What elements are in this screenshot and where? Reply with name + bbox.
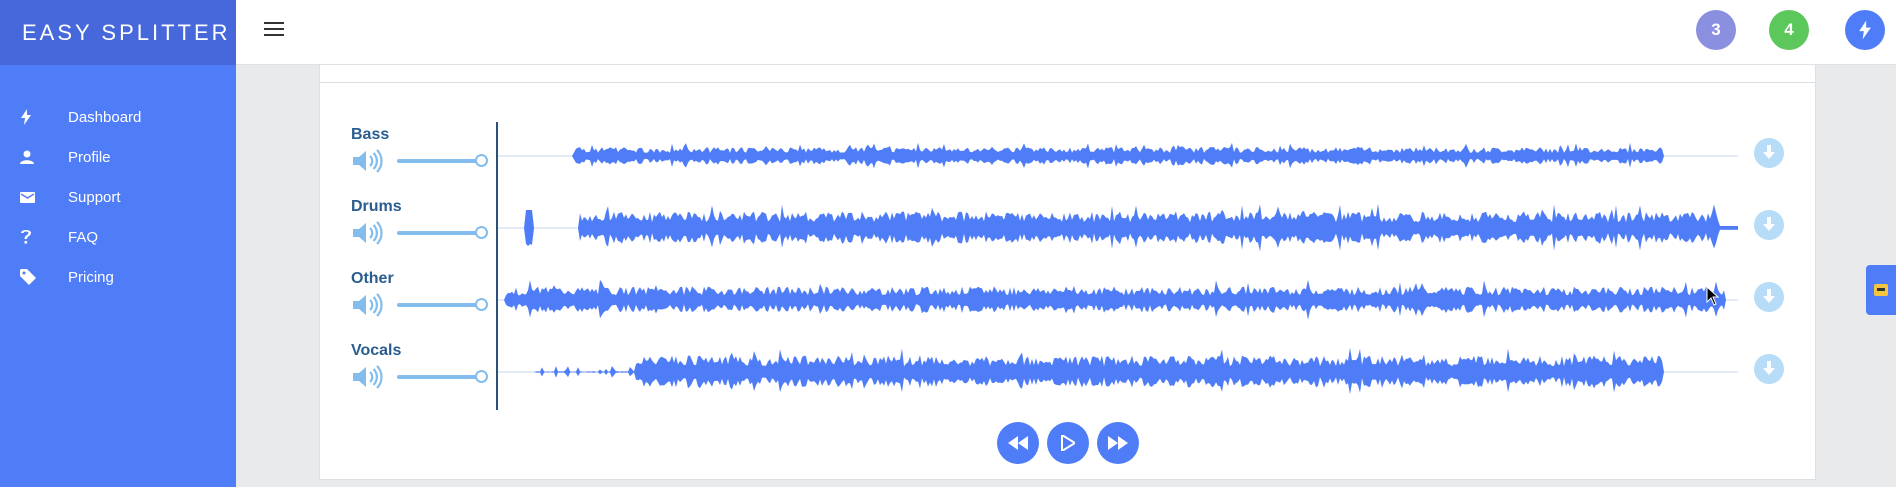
feedback-side-tab[interactable] bbox=[1866, 265, 1896, 315]
volume-speaker-icon[interactable] bbox=[351, 148, 383, 174]
download-arrow-icon bbox=[1763, 217, 1775, 231]
bolt-icon bbox=[1859, 20, 1871, 40]
volume-speaker-icon[interactable] bbox=[351, 292, 383, 318]
sidebar-nav: Dashboard Profile Support FAQ Pricing bbox=[0, 97, 236, 297]
playhead-cursor[interactable] bbox=[496, 122, 498, 410]
waveform-shape bbox=[498, 142, 1738, 169]
sidebar-item-dashboard[interactable]: Dashboard bbox=[0, 97, 236, 137]
sidebar-item-label: Pricing bbox=[68, 268, 114, 286]
download-bass-button[interactable] bbox=[1754, 138, 1784, 168]
mouse-cursor-icon bbox=[1706, 286, 1720, 306]
waveform-bass[interactable] bbox=[498, 126, 1738, 186]
volume-slider-knob[interactable] bbox=[475, 298, 488, 311]
action-bolt-button[interactable] bbox=[1845, 10, 1885, 50]
playback-controls bbox=[997, 422, 1139, 464]
volume-slider-knob[interactable] bbox=[475, 370, 488, 383]
sidebar-item-profile[interactable]: Profile bbox=[0, 137, 236, 177]
download-arrow-icon bbox=[1763, 289, 1775, 303]
track-label: Bass bbox=[351, 126, 390, 143]
play-icon bbox=[1061, 435, 1075, 451]
envelope-icon bbox=[20, 191, 48, 203]
notification-badge-4[interactable]: 4 bbox=[1769, 10, 1809, 50]
sidebar-item-label: FAQ bbox=[68, 228, 99, 246]
track-other: Other bbox=[351, 270, 1791, 330]
track-vocals: Vocals bbox=[351, 342, 1791, 402]
waveform-shape bbox=[498, 279, 1738, 320]
rewind-icon bbox=[1008, 436, 1028, 450]
track-label: Other bbox=[351, 270, 394, 287]
rewind-button[interactable] bbox=[997, 422, 1039, 464]
track-drums: Drums bbox=[351, 198, 1791, 258]
top-bar: 3 4 bbox=[236, 0, 1896, 65]
menu-toggle-icon[interactable] bbox=[264, 22, 284, 38]
question-icon bbox=[20, 229, 48, 245]
volume-speaker-icon[interactable] bbox=[351, 364, 383, 390]
track-label: Drums bbox=[351, 198, 402, 215]
volume-slider[interactable] bbox=[397, 226, 488, 239]
waveform-shape bbox=[498, 203, 1738, 252]
volume-speaker-icon[interactable] bbox=[351, 220, 383, 246]
fast-forward-button[interactable] bbox=[1097, 422, 1139, 464]
sidebar-item-label: Dashboard bbox=[68, 108, 142, 126]
sidebar-item-label: Support bbox=[68, 188, 121, 206]
notification-badge-3[interactable]: 3 bbox=[1696, 10, 1736, 50]
waveform-vocals[interactable] bbox=[498, 342, 1738, 402]
user-icon bbox=[20, 150, 48, 164]
tag-icon bbox=[20, 269, 48, 285]
download-drums-button[interactable] bbox=[1754, 210, 1784, 240]
sidebar-item-pricing[interactable]: Pricing bbox=[0, 257, 236, 297]
play-button[interactable] bbox=[1047, 422, 1089, 464]
download-other-button[interactable] bbox=[1754, 282, 1784, 312]
fast-forward-icon bbox=[1108, 436, 1128, 450]
download-arrow-icon bbox=[1763, 145, 1775, 159]
sidebar-item-support[interactable]: Support bbox=[0, 177, 236, 217]
download-vocals-button[interactable] bbox=[1754, 354, 1784, 384]
sidebar-item-label: Profile bbox=[68, 148, 111, 166]
waveform-shape bbox=[498, 347, 1738, 395]
track-bass: Bass bbox=[351, 126, 1791, 186]
brand-logo[interactable]: EASY SPLITTER bbox=[0, 0, 236, 65]
track-label: Vocals bbox=[351, 342, 402, 359]
volume-slider[interactable] bbox=[397, 298, 488, 311]
waveform-drums[interactable] bbox=[498, 198, 1738, 258]
sidebar: EASY SPLITTER Dashboard Profile Support … bbox=[0, 0, 236, 487]
widget-icon bbox=[1874, 284, 1888, 296]
download-arrow-icon bbox=[1763, 361, 1775, 375]
volume-slider[interactable] bbox=[397, 154, 488, 167]
sidebar-item-faq[interactable]: FAQ bbox=[0, 217, 236, 257]
bolt-icon bbox=[20, 109, 48, 125]
waveform-other[interactable] bbox=[498, 270, 1738, 330]
volume-slider-knob[interactable] bbox=[475, 226, 488, 239]
volume-slider-knob[interactable] bbox=[475, 154, 488, 167]
volume-slider[interactable] bbox=[397, 370, 488, 383]
